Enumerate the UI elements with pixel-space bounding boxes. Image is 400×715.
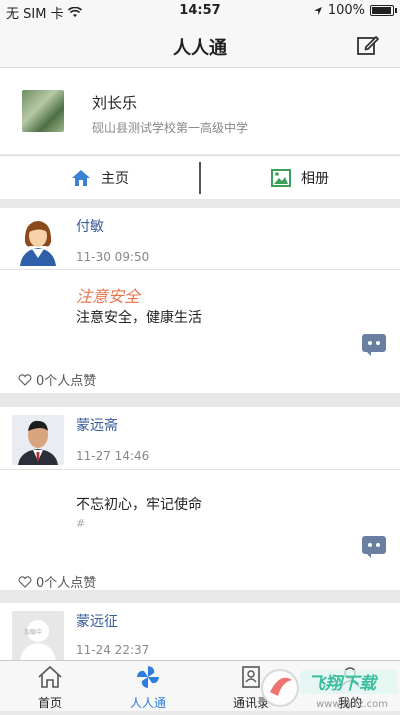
profile-name: 刘长乐: [92, 94, 138, 112]
post-hashtag: #: [76, 517, 86, 530]
like-count[interactable]: 0个人点赞: [18, 572, 96, 591]
post-author[interactable]: 付敏: [76, 216, 104, 236]
comment-icon[interactable]: [362, 536, 386, 558]
tabbar-home[interactable]: 首页: [10, 661, 90, 712]
profile-school: 砚山县测试学校第一高级中学: [92, 121, 249, 135]
battery-icon: [370, 5, 397, 16]
heart-icon: [18, 373, 32, 386]
tabbar-renrentong-label: 人人通: [129, 696, 166, 710]
post-time: 11-27 14:46: [76, 449, 150, 463]
watermark: 飞翔下载 www.fxxz.com: [260, 662, 400, 711]
like-count[interactable]: 0个人点赞: [18, 370, 96, 389]
avatar[interactable]: [12, 415, 64, 465]
female-avatar-icon: [12, 216, 64, 266]
watermark-url: www.fxxz.com: [316, 699, 388, 710]
post-author[interactable]: 蒙远征: [76, 611, 118, 631]
like-count-label: 0个人点赞: [36, 374, 97, 389]
post-body: 不忘初心，牢记使命: [76, 497, 202, 513]
like-count-label: 0个人点赞: [36, 576, 97, 591]
post-title: 注意安全: [76, 287, 141, 306]
divider: [0, 469, 400, 470]
pinwheel-icon: [137, 666, 159, 688]
image-icon: [271, 169, 291, 187]
post-body: 注意安全，健康生活: [76, 310, 202, 326]
comment-icon[interactable]: [362, 334, 386, 356]
male-avatar-icon: [12, 415, 64, 465]
placeholder-avatar-icon: [12, 611, 64, 661]
status-right: 100%: [313, 3, 397, 18]
watermark-brand: 飞翔下载: [308, 674, 379, 694]
post-time: 11-30 09:50: [76, 250, 150, 264]
home-icon: [72, 170, 90, 186]
home-outline-icon: [38, 665, 62, 688]
profile-tabs: 主页 相册: [0, 155, 400, 199]
avatar-loading-text: 加载中: [24, 629, 43, 636]
tabbar-home-label: 首页: [37, 696, 62, 710]
page-title: 人人通: [173, 38, 227, 59]
tab-album-label: 相册: [301, 171, 329, 187]
avatar[interactable]: 加载中: [12, 611, 64, 661]
battery-percent: 100%: [327, 3, 365, 18]
post-author[interactable]: 蒙远斋: [76, 415, 118, 435]
tabbar-renrentong[interactable]: 人人通: [108, 661, 188, 712]
tab-album[interactable]: 相册: [200, 156, 400, 200]
divider: [0, 269, 400, 270]
edit-icon[interactable]: [356, 33, 380, 57]
tab-home[interactable]: 主页: [0, 156, 200, 200]
post-card: 付敏 11-30 09:50 注意安全 注意安全，健康生活 0个人点赞: [0, 208, 400, 393]
post-time: 11-24 22:37: [76, 643, 150, 657]
avatar[interactable]: [12, 216, 64, 266]
avatar[interactable]: [22, 90, 64, 132]
post-card: 蒙远斋 11-27 14:46 不忘初心，牢记使命 # 0个人点赞: [0, 407, 400, 591]
post-card: 加载中 蒙远征 11-24 22:37: [0, 603, 400, 663]
status-bar: 无 SIM 卡 14:57 100%: [0, 0, 400, 22]
profile-card: 刘长乐 砚山县测试学校第一高级中学: [0, 68, 400, 154]
location-icon: [313, 6, 322, 15]
heart-icon: [18, 575, 32, 588]
nav-bar: 人人通: [0, 22, 400, 68]
watermark-logo: 飞翔下载 www.fxxz.com: [261, 669, 398, 710]
tab-home-label: 主页: [101, 171, 129, 187]
